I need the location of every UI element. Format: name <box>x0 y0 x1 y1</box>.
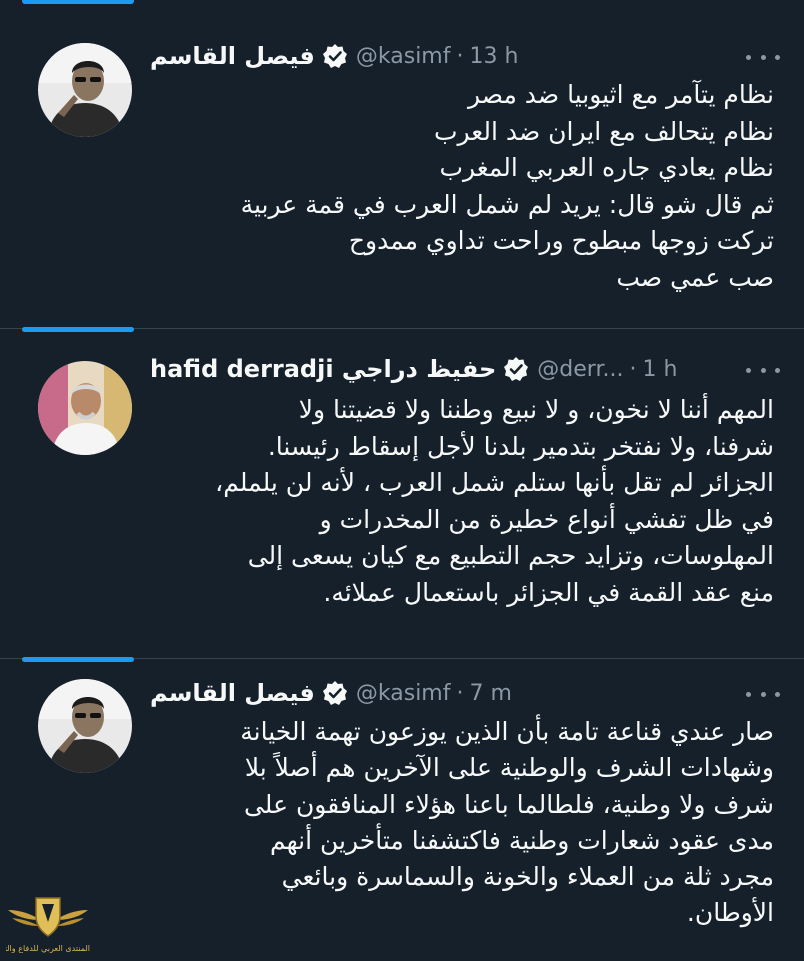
more-options-icon[interactable] <box>746 363 780 377</box>
tweet-line: في ظل تفشي أنواع خطيرة من المخدرات و <box>319 504 774 534</box>
author-handle[interactable]: @kasimf <box>356 44 451 69</box>
author-name[interactable]: فيصل القاسم <box>150 679 315 707</box>
tweet-line: الجزائر لم تقل بأنها ستلم شمل العرب ، لأ… <box>215 468 774 497</box>
separator-dot: · <box>456 680 464 706</box>
tweet-line: المهم أننا لا نخون، و لا نبيع وطننا ولا … <box>298 395 774 424</box>
tweet-line: المهلوسات، وتزايد حجم التطبيع مع كيان يس… <box>247 541 774 570</box>
winged-shield-icon <box>8 897 88 937</box>
tweet-line: نظام يتآمر مع اثيوبيا ضد مصر <box>468 80 774 109</box>
tweet-line: ثم قال شو قال: يريد لم شمل العرب في قمة … <box>240 189 774 219</box>
author-handle[interactable]: @derr... <box>537 357 623 382</box>
tweet-1[interactable]: فيصل القاسم @kasimf · 13 h نظام يتآمر مع… <box>0 10 804 328</box>
tweet-line: صب عمي صب <box>616 262 774 292</box>
author-name[interactable]: hafid derradji حفيظ دراجي <box>150 355 496 383</box>
tweet-line: منع عقد القمة في الجزائر باستعمال عملائه… <box>323 577 774 607</box>
tweet-3[interactable]: فيصل القاسم @kasimf · 7 m صار عندي قناعة… <box>0 657 804 961</box>
thread-accent-bar <box>22 327 134 332</box>
forum-watermark-logo: المنتدى العربي للدفاع والتسليح <box>6 888 90 956</box>
watermark-caption: المنتدى العربي للدفاع والتسليح <box>6 944 90 953</box>
avatar-portrait-icon <box>38 43 132 137</box>
tweet-line: صار عندي قناعة تامة بأن الذين يوزعون تهم… <box>240 717 774 746</box>
separator-dot: · <box>456 43 464 69</box>
timestamp[interactable]: 13 h <box>469 44 518 69</box>
tweet-line: مجرد ثلة من العملاء والخونة والسماسرة وب… <box>281 862 774 892</box>
tweet-line: تركت زوجها مبطوح وراحت تداوي ممدوح <box>348 226 774 255</box>
author-name[interactable]: فيصل القاسم <box>150 42 315 70</box>
tweet-text: نظام يتآمر مع اثيوبيا ضد مصر نظام يتحالف… <box>150 77 774 296</box>
tweet-text: المهم أننا لا نخون، و لا نبيع وطننا ولا … <box>150 392 774 611</box>
tweet-line: نظام يتحالف مع ايران ضد العرب <box>433 116 774 146</box>
tweet-2[interactable]: hafid derradji حفيظ دراجي @derr... · 1 h… <box>0 327 804 659</box>
tweet-line: نظام يعادي جاره العربي المغرب <box>439 153 774 182</box>
verified-badge-icon <box>322 680 348 706</box>
more-options-icon[interactable] <box>746 687 780 701</box>
tweet-line: الأوطان. <box>686 898 774 928</box>
author-handle[interactable]: @kasimf <box>356 681 451 706</box>
tweet-text: صار عندي قناعة تامة بأن الذين يوزعون تهم… <box>150 714 774 932</box>
verified-badge-icon <box>503 356 529 382</box>
avatar-portrait-icon <box>38 679 132 773</box>
separator-dot: · <box>629 356 637 382</box>
more-options-icon[interactable] <box>746 50 780 64</box>
avatar-portrait-icon <box>38 361 132 455</box>
tweet-line: شرفنا، ولا نفتخر بتدمير بلدنا لأجل إسقاط… <box>267 431 774 461</box>
tweet-line: مدى عقود شعارات وطنية فاكتشفنا متأخرين أ… <box>270 825 774 855</box>
timestamp[interactable]: 7 m <box>469 681 511 706</box>
thread-accent-bar <box>22 657 134 662</box>
avatar-kasimf[interactable] <box>38 679 132 773</box>
avatar-kasimf[interactable] <box>38 43 132 137</box>
top-accent-bar <box>22 0 134 4</box>
tweet-line: وشهادات الشرف والوطنية على الآخرين هم أص… <box>244 753 774 783</box>
tweet-line: شرف ولا وطنية، فلطالما باعنا هؤلاء المنا… <box>243 789 774 819</box>
avatar-derradji[interactable] <box>38 361 132 455</box>
timestamp[interactable]: 1 h <box>642 357 677 382</box>
verified-badge-icon <box>322 43 348 69</box>
